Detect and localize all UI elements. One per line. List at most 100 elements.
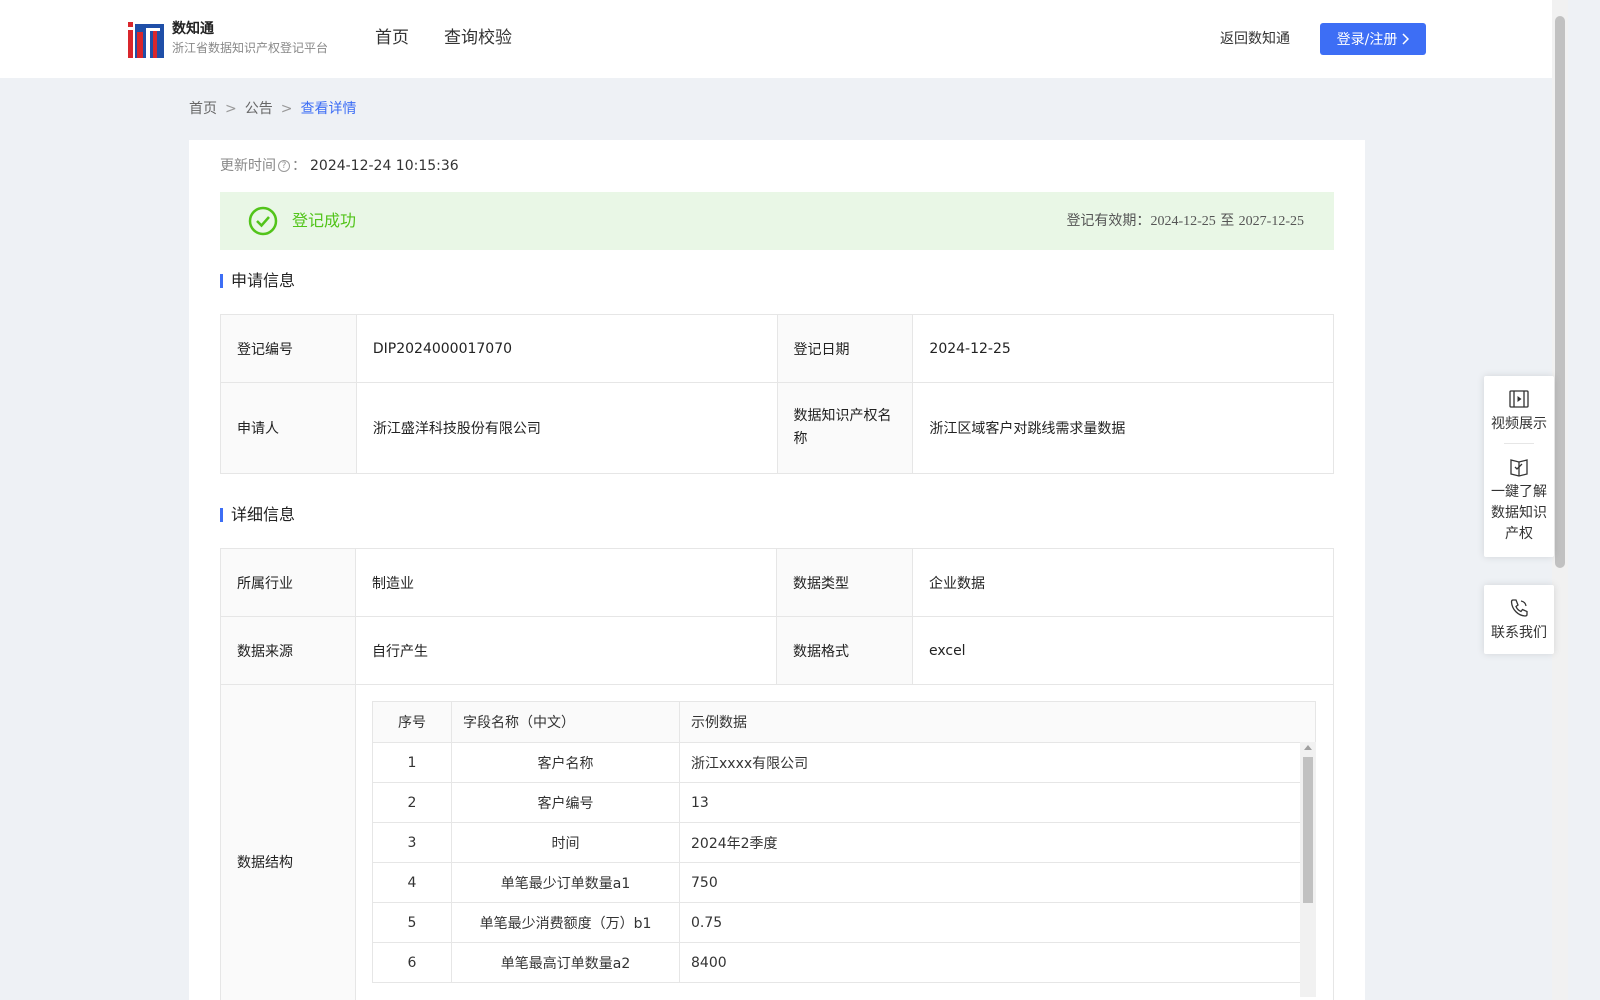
logo-icon[interactable] <box>128 20 164 58</box>
validity-start: 2024-12-25 <box>1150 214 1216 229</box>
cell-index: 6 <box>372 942 452 983</box>
video-showcase-label: 视频展示 <box>1491 416 1547 432</box>
field-label: 数据结构 <box>220 684 356 1000</box>
table-row: 数据来源 自行产生 数据格式 excel <box>220 616 1335 685</box>
cell-sample: 8400 <box>679 942 1316 983</box>
field-label: 所属行业 <box>220 548 356 617</box>
table-row: 数据结构 序号 字段名称（中文） 示例数据 1 客户名称 浙江xxxx有限公司 <box>220 684 1334 1000</box>
page-scrollbar-thumb[interactable] <box>1555 16 1565 568</box>
section-marker <box>220 508 223 522</box>
video-showcase-button[interactable]: 视频展示 <box>1484 376 1554 443</box>
back-link[interactable]: 返回数知通 <box>1220 29 1290 49</box>
cell-index: 2 <box>372 782 452 823</box>
learn-ip-button[interactable]: 一鍵了解数据知识产权 <box>1484 444 1554 557</box>
section-application: 申请信息 <box>220 271 295 291</box>
login-register-button[interactable]: 登录/注册 <box>1320 23 1426 55</box>
cell-field-name: 时间 <box>451 822 680 863</box>
validity-period: 登记有效期：2024-12-25 至 2027-12-25 <box>1066 212 1304 231</box>
scroll-up-arrow-icon[interactable] <box>1304 745 1312 750</box>
structure-table: 序号 字段名称（中文） 示例数据 1 客户名称 浙江xxxx有限公司 2 客户编… <box>372 701 1316 983</box>
breadcrumb-notice[interactable]: 公告 <box>245 100 273 118</box>
breadcrumb: 首页 > 公告 > 查看详情 <box>189 100 356 118</box>
cell-index: 3 <box>372 822 452 863</box>
field-label: 登记日期 <box>776 314 914 383</box>
question-icon[interactable]: ? <box>278 160 290 172</box>
brand-title: 数知通 <box>172 21 214 37</box>
validity-end: 2027-12-25 <box>1238 214 1304 229</box>
application-table: 登记编号 DIP2024000017070 登记日期 2024-12-25 申请… <box>220 314 1334 474</box>
update-time-label: 更新时间 <box>220 158 276 174</box>
video-icon <box>1509 390 1529 408</box>
nav-query-verify[interactable]: 查询校验 <box>444 26 512 50</box>
table-row: 5 单笔最少消费额度（万）b1 0.75 <box>372 902 1316 943</box>
status-banner: 登记成功 登记有效期：2024-12-25 至 2027-12-25 <box>220 192 1334 250</box>
cell-sample: 0.75 <box>679 902 1316 943</box>
cell-sample: 2024年2季度 <box>679 822 1316 863</box>
login-register-label: 登录/注册 <box>1336 32 1398 48</box>
top-header: 数知通 浙江省数据知识产权登记平台 首页 查询校验 返回数知通 登录/注册 <box>0 0 1568 78</box>
cell-sample: 750 <box>679 862 1316 903</box>
cell-field-name: 客户名称 <box>451 742 680 783</box>
detail-card: 更新时间 ? ： 2024-12-24 10:15:36 登记成功 登记有效期：… <box>189 140 1365 1000</box>
field-value: 制造业 <box>355 548 777 617</box>
table-row: 所属行业 制造业 数据类型 企业数据 <box>220 548 1335 617</box>
table-row: 1 客户名称 浙江xxxx有限公司 <box>372 742 1316 783</box>
cell-field-name: 单笔最少消费额度（万）b1 <box>451 902 680 943</box>
structure-scrollbar-thumb[interactable] <box>1303 757 1313 903</box>
update-time: 更新时间 ? ： 2024-12-24 10:15:36 <box>220 157 459 175</box>
brand-subtitle: 浙江省数据知识产权登记平台 <box>172 41 329 55</box>
cell-field-name: 单笔最少订单数量a1 <box>451 862 680 903</box>
table-row: 申请人 浙江盛洋科技股份有限公司 数据知识产权名称 浙江区域客户对跳线需求量数据 <box>220 382 1334 474</box>
nav-home[interactable]: 首页 <box>375 26 409 50</box>
section-details-title: 详细信息 <box>231 505 296 524</box>
cell-sample: 浙江xxxx有限公司 <box>679 742 1316 783</box>
section-marker <box>220 274 223 288</box>
field-value: 自行产生 <box>355 616 777 685</box>
validity-label: 登记有效期： <box>1066 213 1151 229</box>
breadcrumb-current: 查看详情 <box>300 101 357 117</box>
cell-index: 1 <box>372 742 452 783</box>
breadcrumb-separator: > <box>225 101 237 117</box>
cell-sample: 13 <box>679 782 1316 823</box>
field-value: 2024-12-25 <box>912 314 1334 383</box>
structure-table-wrapper: 序号 字段名称（中文） 示例数据 1 客户名称 浙江xxxx有限公司 2 客户编… <box>372 701 1316 997</box>
field-value: excel <box>911 616 1335 685</box>
status-label: 登记成功 <box>292 211 357 230</box>
table-row: 登记编号 DIP2024000017070 登记日期 2024-12-25 <box>220 314 1334 383</box>
floating-contact-panel: 联系我们 <box>1484 585 1554 654</box>
field-value: 浙江盛洋科技股份有限公司 <box>355 382 778 474</box>
field-value: 浙江区域客户对跳线需求量数据 <box>912 382 1334 474</box>
cell-field-name: 单笔最高订单数量a2 <box>451 942 680 983</box>
structure-cell: 序号 字段名称（中文） 示例数据 1 客户名称 浙江xxxx有限公司 2 客户编… <box>355 684 1334 1000</box>
column-header: 序号 <box>372 701 452 743</box>
main-nav: 首页 查询校验 <box>375 26 512 50</box>
section-application-title: 申请信息 <box>231 271 296 290</box>
cell-index: 5 <box>372 902 452 943</box>
update-time-value: 2024-12-24 10:15:36 <box>310 158 459 174</box>
learn-ip-label: 一鍵了解数据知识产权 <box>1491 484 1547 542</box>
column-header: 字段名称（中文） <box>451 701 680 743</box>
phone-icon <box>1510 599 1528 617</box>
details-table: 所属行业 制造业 数据类型 企业数据 数据来源 自行产生 数据格式 excel … <box>220 548 1335 1000</box>
check-circle-icon <box>248 206 278 236</box>
field-value: DIP2024000017070 <box>355 314 778 383</box>
table-row: 6 单笔最高订单数量a2 8400 <box>372 942 1316 983</box>
structure-scrollbar[interactable] <box>1300 742 1316 997</box>
contact-us-label: 联系我们 <box>1491 625 1547 641</box>
page-scrollbar[interactable] <box>1552 0 1568 1000</box>
breadcrumb-home[interactable]: 首页 <box>189 100 217 118</box>
validity-to: 至 <box>1220 213 1235 229</box>
book-icon <box>1510 459 1528 477</box>
breadcrumb-separator: > <box>280 101 293 117</box>
field-label: 数据知识产权名称 <box>776 382 914 474</box>
structure-header-row: 序号 字段名称（中文） 示例数据 <box>372 701 1316 743</box>
floating-help-panel: 视频展示 一鍵了解数据知识产权 <box>1484 376 1554 557</box>
field-label: 数据格式 <box>775 616 913 685</box>
table-row: 3 时间 2024年2季度 <box>372 822 1316 863</box>
field-label: 登记编号 <box>220 314 357 383</box>
brand: 数知通 浙江省数据知识产权登记平台 <box>172 20 328 58</box>
contact-us-button[interactable]: 联系我们 <box>1484 585 1554 654</box>
table-row: 4 单笔最少订单数量a1 750 <box>372 862 1316 903</box>
table-row: 2 客户编号 13 <box>372 782 1316 823</box>
field-label: 数据类型 <box>775 548 913 617</box>
